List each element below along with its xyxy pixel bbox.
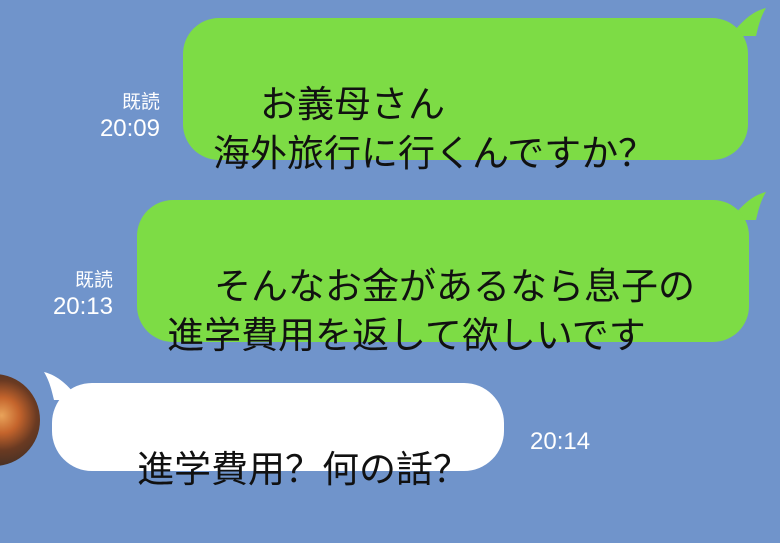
message-timestamp: 20:09 — [99, 114, 160, 142]
outgoing-message-bubble[interactable]: お義母さん 海外旅行に行くんですか？ — [183, 18, 748, 175]
sunset-avatar[interactable] — [0, 374, 40, 466]
message-timestamp: 20:13 — [52, 292, 113, 320]
message-meta: 20:14 — [530, 428, 650, 457]
outgoing-message-bubble[interactable]: そんなお金があるなら息子の 進学費用を返して欲しいです — [137, 200, 749, 357]
incoming-message-bubble[interactable]: 進学費用？何の話？ — [52, 383, 504, 491]
message-timestamp: 20:14 — [530, 428, 591, 455]
read-receipt: 既読 — [121, 92, 160, 113]
message-text: 進学費用？何の話？ — [137, 447, 471, 491]
message-meta: 既読 20:09 — [40, 92, 160, 144]
read-receipt: 既読 — [74, 270, 113, 291]
message-meta: 既読 20:13 — [0, 270, 113, 322]
message-text: そんなお金があるなら息子の 進学費用を返して欲しいです — [167, 264, 696, 357]
chat-area: お義母さん 海外旅行に行くんですか？ 既読 20:09 そんなお金があるなら息子… — [0, 0, 780, 491]
message-text: お義母さん 海外旅行に行くんですか？ — [213, 82, 656, 175]
